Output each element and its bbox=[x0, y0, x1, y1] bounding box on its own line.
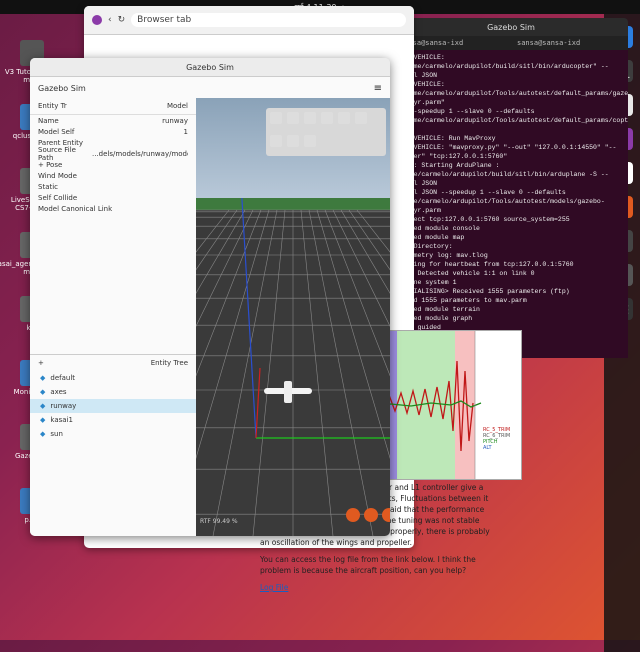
terminal-line: MAV> Detected vehicle 1:1 on link 0 bbox=[398, 270, 535, 277]
terminal-line: online system 1 bbox=[398, 279, 457, 286]
terminal-line: Connect tcp:127.0.0.1:5760 source_system… bbox=[398, 216, 570, 223]
property-row[interactable]: Source File Path ...dels/models/runway/mo… bbox=[30, 145, 196, 162]
model-icon: ◆ bbox=[40, 374, 46, 382]
property-row[interactable]: Wind Mode bbox=[30, 170, 196, 181]
address-bar[interactable]: Browser tab bbox=[131, 13, 406, 27]
browser-toolbar: ‹ ↻ Browser tab bbox=[84, 6, 414, 35]
entity-tree-title: Entity Tree bbox=[150, 359, 188, 367]
model-label: Model bbox=[166, 102, 188, 110]
gazebo-header: Gazebo Sim ≡ bbox=[30, 77, 390, 100]
add-icon[interactable]: + bbox=[38, 359, 44, 367]
entity-tree-item[interactable]: ◆ axes bbox=[30, 385, 196, 399]
model-icon: ◆ bbox=[40, 402, 46, 410]
terminal-line: -S --speedup 1 --slave 0 --defaults "/ho… bbox=[398, 108, 628, 133]
article-paragraph: You can access the log file from the lin… bbox=[260, 555, 476, 575]
entity-tree-item[interactable]: ◆ default bbox=[30, 371, 196, 385]
rotate-icon[interactable] bbox=[355, 112, 367, 124]
screenshot-icon[interactable] bbox=[270, 134, 282, 147]
property-row[interactable]: Model Canonical Link bbox=[30, 203, 196, 214]
terminal-line: SIM_VEHICLE: "mavproxy.py" "--out" "127.… bbox=[398, 144, 617, 160]
terminal-output[interactable]: SIM_VEHICLE: "/home/carmelo/ardupilot/bu… bbox=[394, 50, 628, 358]
property-value: runway bbox=[162, 116, 188, 125]
reload-icon[interactable]: ↻ bbox=[118, 15, 126, 25]
step-icon[interactable] bbox=[346, 508, 360, 522]
property-key: Source File Path bbox=[38, 145, 76, 162]
light-icon[interactable] bbox=[321, 112, 333, 124]
terminal-line: SIM_VEHICLE: Run MavProxy bbox=[398, 135, 496, 142]
cylinder-icon[interactable] bbox=[304, 112, 316, 124]
terminal-line: Loaded module map bbox=[398, 234, 465, 241]
plot-legend-item: ALT bbox=[483, 445, 492, 451]
terminal-line: Loaded module console bbox=[398, 225, 480, 232]
property-key: Wind Mode bbox=[38, 171, 77, 180]
property-row[interactable]: + Pose bbox=[30, 159, 196, 170]
entity-tree-item[interactable]: ◆ runway bbox=[30, 399, 196, 413]
terminal-line: INITIALISING> Received 1555 parameters (… bbox=[398, 288, 570, 295]
entity-tree-label: sun bbox=[50, 430, 63, 438]
entity-tree-item[interactable]: ◆ sun bbox=[30, 427, 196, 441]
scene-toolbar bbox=[266, 108, 386, 156]
property-value: ...dels/models/runway/model.sdf bbox=[92, 149, 188, 158]
left-panel: Entity Tr Model Name runway Model Self 1 Par… bbox=[30, 98, 197, 536]
property-key: Name bbox=[38, 116, 59, 125]
select-icon[interactable] bbox=[304, 134, 316, 147]
sphere-icon[interactable] bbox=[270, 112, 282, 124]
playback-controls bbox=[346, 508, 390, 522]
property-key: Self Collide bbox=[38, 193, 78, 202]
terminal-line: SIM_VEHICLE: "/home/carmelo/ardupilot/To… bbox=[398, 81, 628, 106]
entity-tree-label: axes bbox=[50, 388, 67, 396]
model-icon: ◆ bbox=[40, 388, 46, 396]
terminal-title: Gazebo Sim bbox=[394, 18, 628, 36]
property-key: Model Canonical Link bbox=[38, 204, 113, 213]
z-axis bbox=[241, 198, 257, 439]
property-key: Static bbox=[38, 182, 59, 191]
forum-plot-image: RC_5_TRIM RC_6_TRIM PITCH ALT bbox=[370, 330, 522, 480]
terminal-tabs: sansa@sansa-ixd sansa@sansa-ixd bbox=[394, 36, 628, 50]
property-row[interactable]: Name runway bbox=[30, 115, 196, 126]
terminal-line: model JSON --speedup 1 --slave 0 --defau… bbox=[398, 189, 605, 214]
terminal-line: Loaded module terrain bbox=[398, 306, 480, 313]
profile-icon[interactable] bbox=[92, 15, 102, 25]
plot-band-red bbox=[455, 331, 475, 479]
menu-icon[interactable]: ≡ bbox=[374, 83, 382, 94]
terminal-line: SIM_VEHICLE: "/home/carmelo/ardupilot/bu… bbox=[398, 54, 609, 79]
box-icon[interactable] bbox=[287, 112, 299, 124]
gazebo-app-name: Gazebo Sim bbox=[38, 83, 86, 93]
copy-icon[interactable] bbox=[287, 134, 299, 147]
gazebo-window-title: Gazebo Sim bbox=[30, 58, 390, 77]
pause-icon[interactable] bbox=[382, 508, 390, 522]
entity-tree-label: kasai1 bbox=[50, 416, 73, 424]
terminal-line: Log Directory: bbox=[398, 243, 453, 250]
model-icon: ◆ bbox=[40, 430, 46, 438]
terminal-line: Waiting for heartbeat from tcp:127.0.0.1… bbox=[398, 261, 574, 268]
model-icon: ◆ bbox=[40, 416, 46, 424]
gazebo-window[interactable]: Gazebo Sim Gazebo Sim ≡ Entity Tr Model … bbox=[30, 58, 390, 536]
translate-icon[interactable] bbox=[338, 112, 350, 124]
terminal-line: RITL: Starting ArduPlane : /home/carmelo… bbox=[398, 162, 609, 187]
entity-tree-item[interactable]: ◆ kasai1 bbox=[30, 413, 196, 427]
entity-tree-label: runway bbox=[50, 402, 77, 410]
property-value: 1 bbox=[183, 127, 188, 136]
property-key: + Pose bbox=[38, 160, 63, 169]
log-file-link[interactable]: Log File bbox=[260, 582, 490, 593]
terminal-tab[interactable]: sansa@sansa-ixd bbox=[511, 36, 628, 50]
rtf-indicator: RTF 99.49 % bbox=[200, 518, 238, 525]
terminal-line: Saved 1555 parameters to mav.parm bbox=[398, 297, 527, 304]
property-key: Model Self bbox=[38, 127, 75, 136]
property-row[interactable]: Model Self 1 bbox=[30, 126, 196, 137]
property-row[interactable]: Self Collide bbox=[30, 192, 196, 203]
aircraft-fuselage bbox=[284, 381, 292, 403]
terminal-line: Loaded module graph bbox=[398, 315, 473, 322]
terminal-line: Telemetry log: mav.tlog bbox=[398, 252, 488, 259]
back-icon[interactable]: ‹ bbox=[108, 15, 112, 25]
property-row[interactable]: Static bbox=[30, 181, 196, 192]
entity-tree-label: default bbox=[50, 374, 76, 382]
3d-viewport[interactable]: RTF 99.49 % bbox=[196, 98, 390, 536]
component-inspector-header: Entity Tr bbox=[38, 102, 67, 110]
terminal-window[interactable]: Gazebo Sim sansa@sansa-ixd sansa@sansa-i… bbox=[394, 18, 628, 358]
step-icon[interactable] bbox=[364, 508, 378, 522]
